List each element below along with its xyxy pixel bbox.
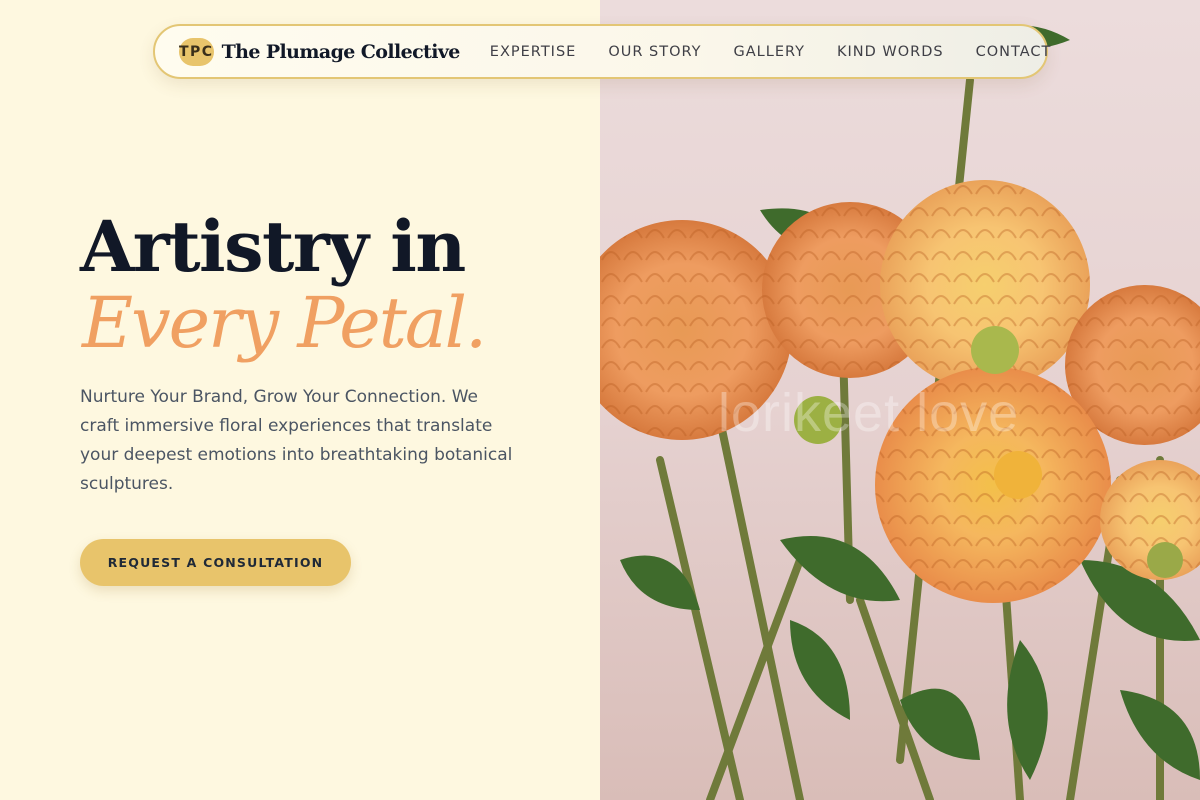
logo-badge[interactable]: TPC	[179, 37, 214, 66]
top-navigation: TPC The Plumage Collective EXPERTISE OUR…	[153, 24, 1050, 79]
hero-description: Nurture Your Brand, Grow Your Connection…	[80, 387, 513, 494]
hero-image: lorikeet love	[600, 0, 1200, 800]
hero-heading-line2: Every Petal.	[82, 282, 487, 364]
nav-link-kind-words[interactable]: KIND WORDS	[837, 44, 944, 60]
image-watermark: lorikeet love	[718, 383, 1020, 443]
nav-link-expertise[interactable]: EXPERTISE	[490, 44, 577, 60]
nav-link-contact[interactable]: CONTACT	[976, 44, 1052, 60]
request-consultation-button[interactable]: REQUEST A CONSULTATION	[80, 539, 351, 586]
nav-link-gallery[interactable]: GALLERY	[734, 44, 805, 60]
brand-name[interactable]: The Plumage Collective	[222, 41, 461, 63]
nav-link-our-story[interactable]: OUR STORY	[608, 44, 701, 60]
nav-links: EXPERTISE OUR STORY GALLERY KIND WORDS C…	[490, 44, 1052, 60]
hero-heading-line1: Artistry in	[80, 205, 466, 288]
